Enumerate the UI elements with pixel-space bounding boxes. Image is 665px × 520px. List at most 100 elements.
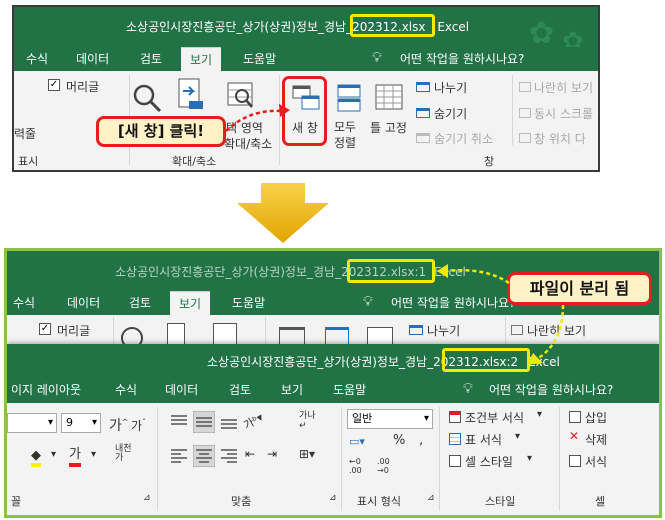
insert-cells-button[interactable]: 삽입	[585, 409, 607, 426]
front-tab-view[interactable]: 보기	[281, 377, 303, 401]
number-format-dropdown[interactable]: 일반 ▾	[347, 409, 433, 429]
down-arrow-icon	[237, 183, 329, 243]
reset-position-icon	[519, 133, 531, 143]
headings-label: 머리글	[66, 80, 100, 94]
align-top-icon[interactable]	[169, 413, 189, 431]
orientation-icon[interactable]: 가ᵇ▾	[240, 409, 266, 433]
callout-arrow-down-icon	[527, 304, 565, 365]
group-window-label: 창	[484, 155, 495, 168]
group-font-label: 꼴	[11, 495, 22, 508]
freeze-panes-label: 틀 고정	[370, 121, 407, 135]
increase-indent-icon[interactable]: ⇥	[267, 447, 277, 461]
merge-center-icon[interactable]: ⊞▾	[299, 447, 315, 461]
back-tab-data[interactable]: 데이터	[67, 291, 100, 315]
tab-data[interactable]: 데이터	[76, 47, 109, 71]
click-new-window-callout: [새 창] 클릭!	[96, 116, 226, 147]
group-zoom-label: 확대/축소	[172, 155, 217, 168]
sync-scroll-label[interactable]: 동시 스크롤	[534, 105, 593, 122]
back-gridlines-checkbox[interactable]: ✓	[39, 323, 51, 335]
shrink-font-icon[interactable]: 가ˇ	[131, 417, 146, 434]
conditional-format-dropdown-icon[interactable]: ▾	[537, 409, 542, 420]
font-size-value: 9	[66, 416, 73, 429]
table-format-icon	[449, 433, 461, 445]
front-tab-review[interactable]: 검토	[229, 377, 251, 401]
reset-position-label[interactable]: 창 위치 다	[534, 130, 586, 147]
format-cells-button[interactable]: 서식	[585, 453, 607, 470]
front-tab-data[interactable]: 데이터	[165, 377, 198, 401]
decrease-indent-icon[interactable]: ⇤	[245, 447, 255, 461]
wrap-text-icon[interactable]: 가나 ↵	[299, 411, 316, 431]
align-bottom-icon[interactable]	[219, 413, 239, 431]
arrange-all-label: 모두 정렬	[334, 120, 357, 150]
cell-style-button[interactable]: 셀 스타일	[465, 453, 513, 470]
increase-decimal-icon[interactable]: ←0.00	[349, 457, 362, 475]
cell-style-icon	[449, 455, 461, 467]
accounting-format-icon[interactable]: ▭▾	[349, 435, 365, 448]
front-tab-formulas[interactable]: 수식	[115, 377, 137, 401]
front-lightbulb-icon: 💡︎	[463, 381, 473, 397]
delete-cells-button[interactable]: 삭제	[585, 431, 607, 448]
group-alignment-label: 맞춤	[231, 495, 252, 508]
tab-formulas[interactable]: 수식	[26, 47, 48, 71]
bottom-screenshot: 소상공인시장진흥공단_상가(상권)정보_경남_202312.xlsx:1 Exc…	[4, 248, 662, 518]
phonetic-icon[interactable]: 내천 가	[115, 445, 132, 463]
hide-icon	[416, 108, 430, 118]
font-color-icon[interactable]: 가	[69, 447, 81, 467]
comma-style-icon[interactable]: ,	[419, 433, 423, 448]
table-format-button[interactable]: 표 서식	[465, 431, 502, 448]
back-tell-me-box[interactable]: 어떤 작업을 원하시나요?	[391, 291, 515, 315]
zoom-icon[interactable]	[132, 83, 162, 113]
back-filename-highlight	[347, 259, 435, 283]
back-side-by-side-icon	[511, 325, 523, 335]
back-lightbulb-icon: 💡︎	[363, 294, 373, 310]
conditional-format-button[interactable]: 조건부 서식	[465, 409, 524, 426]
fill-color-icon[interactable]: ◆	[31, 449, 41, 467]
split-label[interactable]: 나누기	[434, 79, 467, 96]
front-tab-help[interactable]: 도움말	[333, 377, 366, 401]
side-by-side-label[interactable]: 나란히 보기	[534, 79, 593, 96]
tab-review[interactable]: 검토	[140, 47, 162, 71]
zoom-100-icon[interactable]	[177, 77, 205, 111]
back-tab-review[interactable]: 검토	[129, 291, 151, 315]
new-window-label: 새 창	[292, 121, 318, 135]
front-filename-highlight	[442, 348, 530, 372]
cell-style-dropdown-icon[interactable]: ▾	[527, 453, 532, 464]
align-left-icon[interactable]	[169, 447, 189, 465]
decrease-decimal-icon[interactable]: .00 →0	[377, 457, 390, 475]
sync-scroll-icon	[519, 108, 531, 118]
back-tab-formulas[interactable]: 수식	[13, 291, 35, 315]
back-tab-view[interactable]: 보기	[170, 291, 211, 315]
gridlines-checkbox[interactable]: ✓	[48, 79, 60, 91]
font-size-dropdown[interactable]: 9 ▾	[61, 413, 101, 433]
font-name-dropdown[interactable]: ▾	[7, 413, 57, 433]
lightbulb-icon: 💡︎	[372, 50, 382, 66]
front-tab-page-layout[interactable]: 이지 레이아웃	[11, 377, 81, 401]
font-group-launcher-icon[interactable]: ⊿	[143, 493, 151, 503]
front-tell-me-box[interactable]: 어떤 작업을 원하시나요?	[489, 377, 613, 401]
unhide-label[interactable]: 숨기기 취소	[434, 130, 493, 147]
table-format-dropdown-icon[interactable]: ▾	[515, 431, 520, 442]
tab-help[interactable]: 도움말	[243, 47, 276, 71]
group-number-label: 표시 형식	[357, 495, 401, 508]
side-by-side-icon	[519, 82, 531, 92]
tab-view[interactable]: 보기	[181, 47, 222, 71]
formula-bar-label: 력줄	[14, 127, 37, 141]
number-format-value: 일반	[352, 412, 373, 425]
fill-color-dropdown-icon[interactable]: ▾	[51, 449, 56, 460]
front-ribbon-tab-row: 이지 레이아웃 수식 데이터 검토 보기 도움말 💡︎ 어떤 작업을 원하시나요…	[7, 377, 659, 403]
back-tab-help[interactable]: 도움말	[232, 291, 265, 315]
hide-label[interactable]: 숨기기	[434, 105, 467, 122]
alignment-group-launcher-icon[interactable]: ⊿	[329, 493, 337, 503]
freeze-panes-icon[interactable]	[374, 83, 404, 113]
arrange-all-icon[interactable]	[336, 83, 362, 113]
align-center-icon[interactable]	[193, 445, 215, 467]
new-window-icon	[292, 85, 320, 110]
percent-style-icon[interactable]: %	[393, 433, 405, 448]
tell-me-box[interactable]: 어떤 작업을 원하시나요?	[400, 47, 524, 71]
align-right-icon[interactable]	[219, 447, 239, 465]
grow-font-icon[interactable]: 가^	[109, 415, 129, 435]
align-middle-icon[interactable]	[193, 411, 215, 433]
font-color-dropdown-icon[interactable]: ▾	[91, 449, 96, 460]
back-split-label[interactable]: 나누기	[427, 322, 460, 339]
number-group-launcher-icon[interactable]: ⊿	[427, 493, 435, 503]
